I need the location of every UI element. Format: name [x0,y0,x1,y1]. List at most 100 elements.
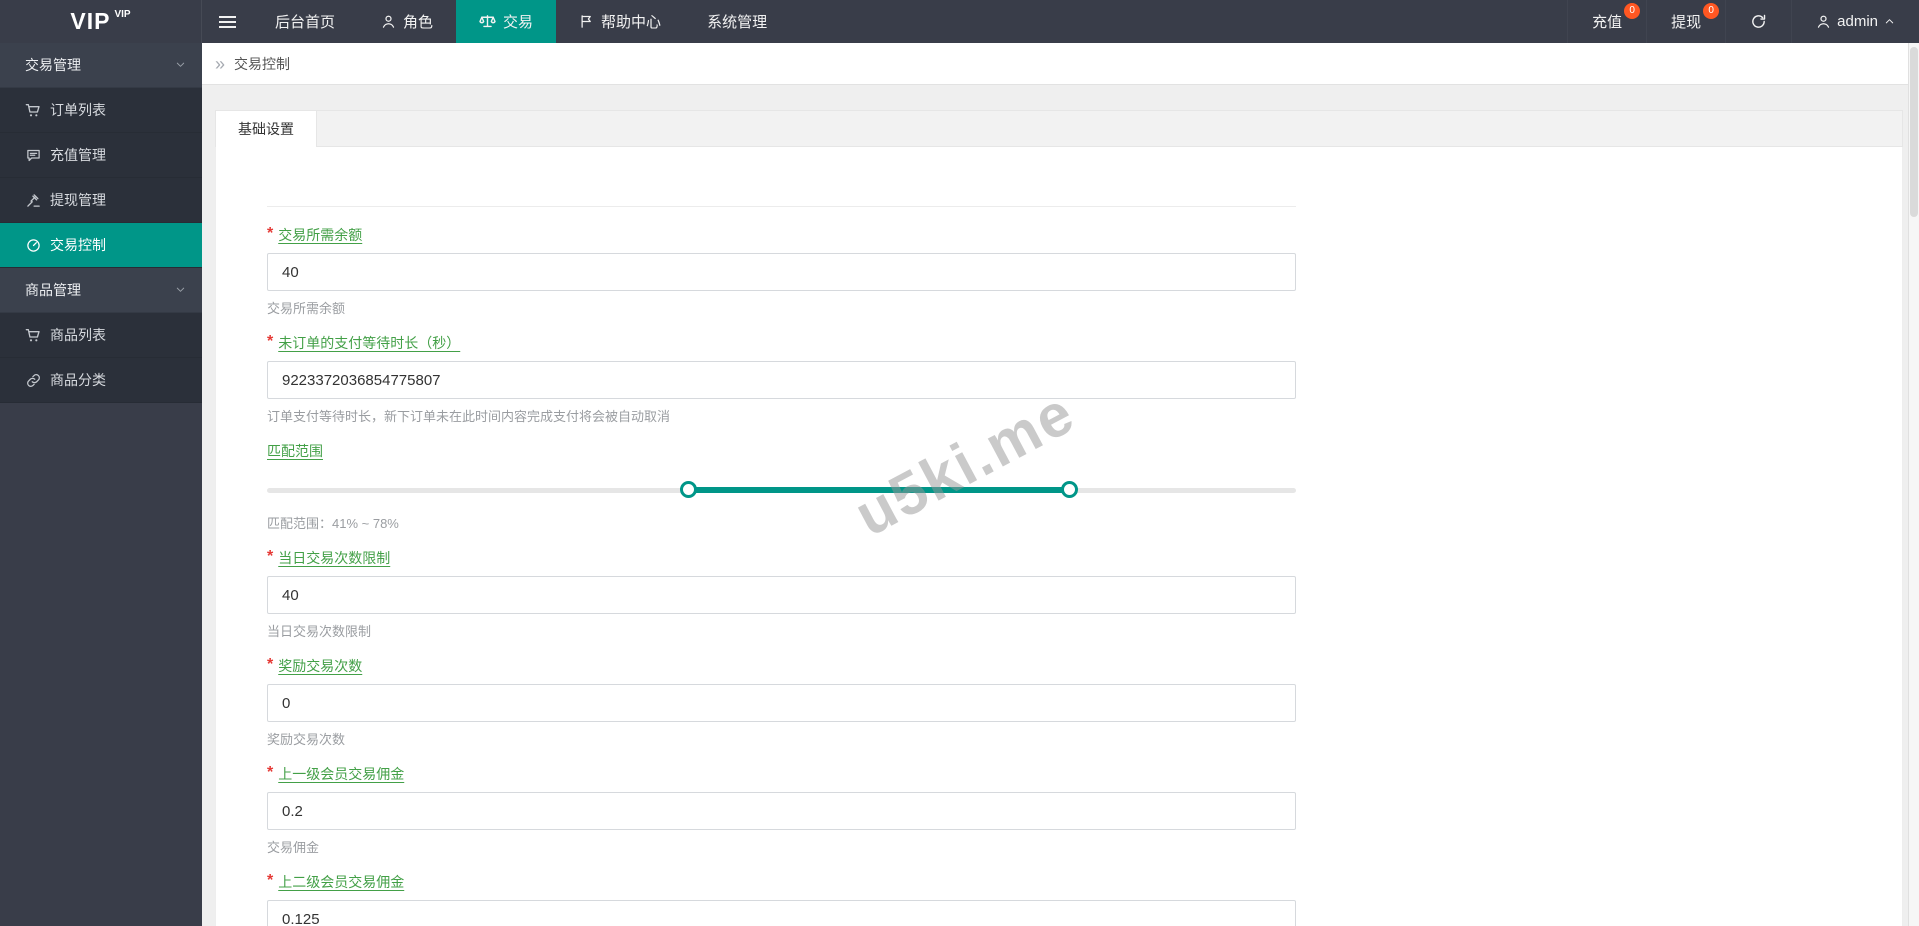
field-input[interactable] [267,792,1296,830]
sidebar: 交易管理订单列表充值管理提现管理交易控制商品管理商品列表商品分类 [0,43,202,926]
nav-item-3[interactable]: 帮助中心 [556,0,684,43]
navbar-menu: 后台首页 角色 交易 帮助中心 系统管理 [252,0,790,43]
gauge-icon [25,238,41,253]
field-label-row: 匹配范围 [267,441,1296,461]
field-label[interactable]: 上一级会员交易佣金 [278,764,404,784]
field-label-row: * 上二级会员交易佣金 [267,872,1296,892]
top-navbar: VIP VIP 后台首页 角色 交易 帮助中心 系统管理 充值 0 提现 0 admin [0,0,1919,43]
nav-item-4[interactable]: 系统管理 [684,0,790,43]
required-asterisk: * [267,872,274,889]
field-label[interactable]: 上二级会员交易佣金 [278,872,404,892]
required-asterisk: * [267,764,274,781]
settings-form: *交易所需余额交易所需余额*未订单的支付等待时长（秒）订单支付等待时长，新下订单… [216,147,1297,926]
cart-icon [25,102,41,118]
field-help: 奖励交易次数 [267,732,346,747]
link-icon [25,373,41,388]
nav-action-label: 提现 [1671,14,1702,31]
main-area: » 交易控制 基础设置 *交易所需余额交易所需余额*未订单的支付等待时长（秒）订… [202,43,1919,926]
refresh-button[interactable] [1725,0,1791,43]
logo-superscript: VIP [114,9,131,20]
refresh-icon [1750,13,1767,30]
flag-icon [579,14,594,29]
form-field-3: *当日交易次数限制当日交易次数限制 [267,548,1296,639]
required-asterisk: * [267,656,274,673]
field-help: 当日交易次数限制 [267,624,372,639]
scrollbar-thumb[interactable] [1910,47,1918,217]
field-input[interactable] [267,576,1296,614]
comment-icon [25,148,41,163]
nav-item-label: 交易 [503,14,534,31]
required-asterisk: * [267,333,274,350]
field-label-row: * 交易所需余额 [267,225,1296,245]
nav-item-0[interactable]: 后台首页 [252,0,358,43]
required-asterisk: * [267,225,274,242]
sidebar-group-0[interactable]: 交易管理 [0,43,202,88]
field-input[interactable] [267,684,1296,722]
field-help: 交易佣金 [267,840,320,855]
app-logo[interactable]: VIP VIP [0,0,202,43]
sidebar-item-label: 商品分类 [50,372,106,388]
settings-card: 基础设置 *交易所需余额交易所需余额*未订单的支付等待时长（秒）订单支付等待时长… [215,110,1903,926]
field-label[interactable]: 奖励交易次数 [278,656,362,676]
sidebar-group-1[interactable]: 商品管理 [0,268,202,313]
username: admin [1837,13,1878,30]
range-slider [267,481,1296,499]
form-field-1: *未订单的支付等待时长（秒） 订单支付等待时长，新下订单未在此时间内容完成支付将会… [267,333,1296,424]
sidebar-item-label: 充值管理 [50,147,106,163]
field-label[interactable]: 当日交易次数限制 [278,548,390,568]
page-title: 交易控制 [234,55,291,72]
tab-bar: 基础设置 [215,110,1903,148]
sidebar-item-1-1[interactable]: 商品分类 [0,358,202,403]
scales-icon [479,13,496,30]
tab-basic-settings[interactable]: 基础设置 [216,111,317,148]
form-field-4: *奖励交易次数奖励交易次数 [267,656,1296,747]
field-label[interactable]: 交易所需余额 [278,225,362,245]
navbar-right: 充值 0 提现 0 admin [1567,0,1919,43]
form-field-5: *上一级会员交易佣金交易佣金 [267,764,1296,855]
form-field-0: *交易所需余额交易所需余额 [267,225,1296,316]
form-field-2: 匹配范围 匹配范围：41% ~ 78% [267,441,1296,531]
slider-selected-range [688,487,1070,493]
cart-icon [25,327,41,343]
nav-item-label: 系统管理 [707,14,768,31]
field-input[interactable] [267,253,1296,291]
sidebar-item-0-0[interactable]: 订单列表 [0,88,202,133]
slider-handle-max[interactable] [1060,481,1078,498]
sidebar-group-label: 商品管理 [25,282,81,298]
field-label-row: * 未订单的支付等待时长（秒） [267,333,1296,353]
nav-action-0[interactable]: 充值 0 [1567,0,1646,43]
breadcrumb-arrows-icon: » [215,53,226,74]
nav-action-1[interactable]: 提现 0 [1646,0,1725,43]
sidebar-item-0-2[interactable]: 提现管理 [0,178,202,223]
sidebar-item-1-0[interactable]: 商品列表 [0,313,202,358]
page-gap [202,85,1919,110]
user-menu[interactable]: admin [1791,0,1919,43]
notification-badge: 0 [1624,3,1641,19]
tab-content: *交易所需余额交易所需余额*未订单的支付等待时长（秒）订单支付等待时长，新下订单… [215,147,1903,926]
user-icon [1816,14,1831,29]
field-input[interactable] [267,361,1296,399]
nav-item-label: 后台首页 [275,14,336,31]
page-scrollbar[interactable] [1908,43,1919,926]
form-divider [267,206,1296,207]
chevron-up-icon [1884,16,1895,27]
field-label[interactable]: 未订单的支付等待时长（秒） [278,333,460,353]
sidebar-item-label: 交易控制 [50,237,106,253]
nav-item-label: 角色 [403,14,434,31]
slider-handle-min[interactable] [679,481,697,498]
field-label-row: * 上一级会员交易佣金 [267,764,1296,784]
sidebar-item-0-3[interactable]: 交易控制 [0,223,202,268]
sidebar-item-0-1[interactable]: 充值管理 [0,133,202,178]
field-label[interactable]: 匹配范围 [267,441,323,461]
field-help: 订单支付等待时长，新下订单未在此时间内容完成支付将会被自动取消 [267,409,671,424]
sidebar-item-label: 提现管理 [50,192,106,208]
nav-item-1[interactable]: 角色 [358,0,456,43]
field-help: 交易所需余额 [267,301,346,316]
field-input[interactable] [267,900,1296,926]
notification-badge: 0 [1703,3,1720,19]
required-asterisk: * [267,548,274,565]
nav-action-label: 充值 [1592,14,1623,31]
sidebar-collapse-button[interactable] [202,0,252,43]
nav-item-2[interactable]: 交易 [456,0,557,43]
sidebar-item-label: 订单列表 [50,102,106,118]
